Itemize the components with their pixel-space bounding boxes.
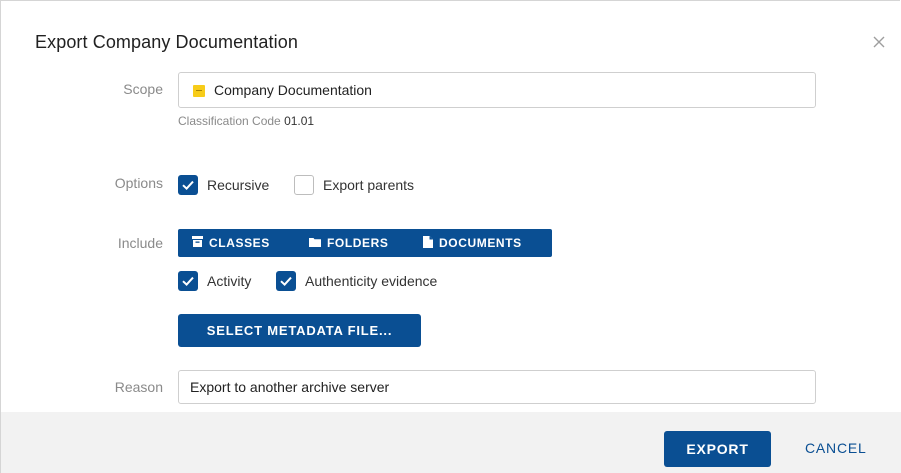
reason-input[interactable]: Export to another archive server	[178, 370, 816, 404]
document-icon	[423, 235, 433, 251]
classification-value: 01.01	[284, 114, 315, 128]
export-parents-label[interactable]: Export parents	[323, 177, 414, 193]
class-icon	[193, 85, 205, 97]
export-button[interactable]: EXPORT	[664, 431, 771, 467]
recursive-label[interactable]: Recursive	[207, 177, 269, 193]
export-parents-checkbox[interactable]	[294, 175, 314, 195]
activity-checkbox[interactable]	[178, 271, 198, 291]
reason-label: Reason	[114, 379, 163, 395]
close-icon[interactable]	[868, 31, 890, 53]
folders-button[interactable]: FOLDERS	[309, 229, 389, 257]
classes-button[interactable]: CLASSES	[192, 229, 270, 257]
include-label: Include	[117, 235, 163, 251]
authenticity-checkbox[interactable]	[276, 271, 296, 291]
documents-button[interactable]: DOCUMENTS	[423, 229, 522, 257]
include-button-group: CLASSES FOLDERS DOCUMENTS	[178, 229, 552, 257]
scope-label: Scope	[123, 81, 163, 97]
scope-value: Company Documentation	[214, 82, 372, 98]
select-metadata-file-button[interactable]: SELECT METADATA FILE...	[178, 314, 421, 347]
dialog-footer: EXPORT CANCEL	[1, 412, 901, 473]
folders-label: FOLDERS	[327, 236, 389, 250]
dialog-title: Export Company Documentation	[35, 32, 298, 52]
activity-label[interactable]: Activity	[207, 273, 251, 289]
classes-label: CLASSES	[209, 236, 270, 250]
documents-label: DOCUMENTS	[439, 236, 522, 250]
recursive-checkbox[interactable]	[178, 175, 198, 195]
cancel-button[interactable]: CANCEL	[805, 440, 867, 456]
scope-field[interactable]: Company Documentation	[178, 72, 816, 108]
archive-box-icon	[192, 236, 203, 250]
classification-code: Classification Code 01.01	[178, 114, 314, 128]
reason-value: Export to another archive server	[190, 379, 390, 395]
classification-label: Classification Code	[178, 114, 281, 128]
authenticity-label[interactable]: Authenticity evidence	[305, 273, 437, 289]
export-dialog: Export Company Documentation Scope Compa…	[0, 0, 901, 473]
options-label: Options	[114, 175, 163, 191]
folder-icon	[309, 236, 321, 250]
